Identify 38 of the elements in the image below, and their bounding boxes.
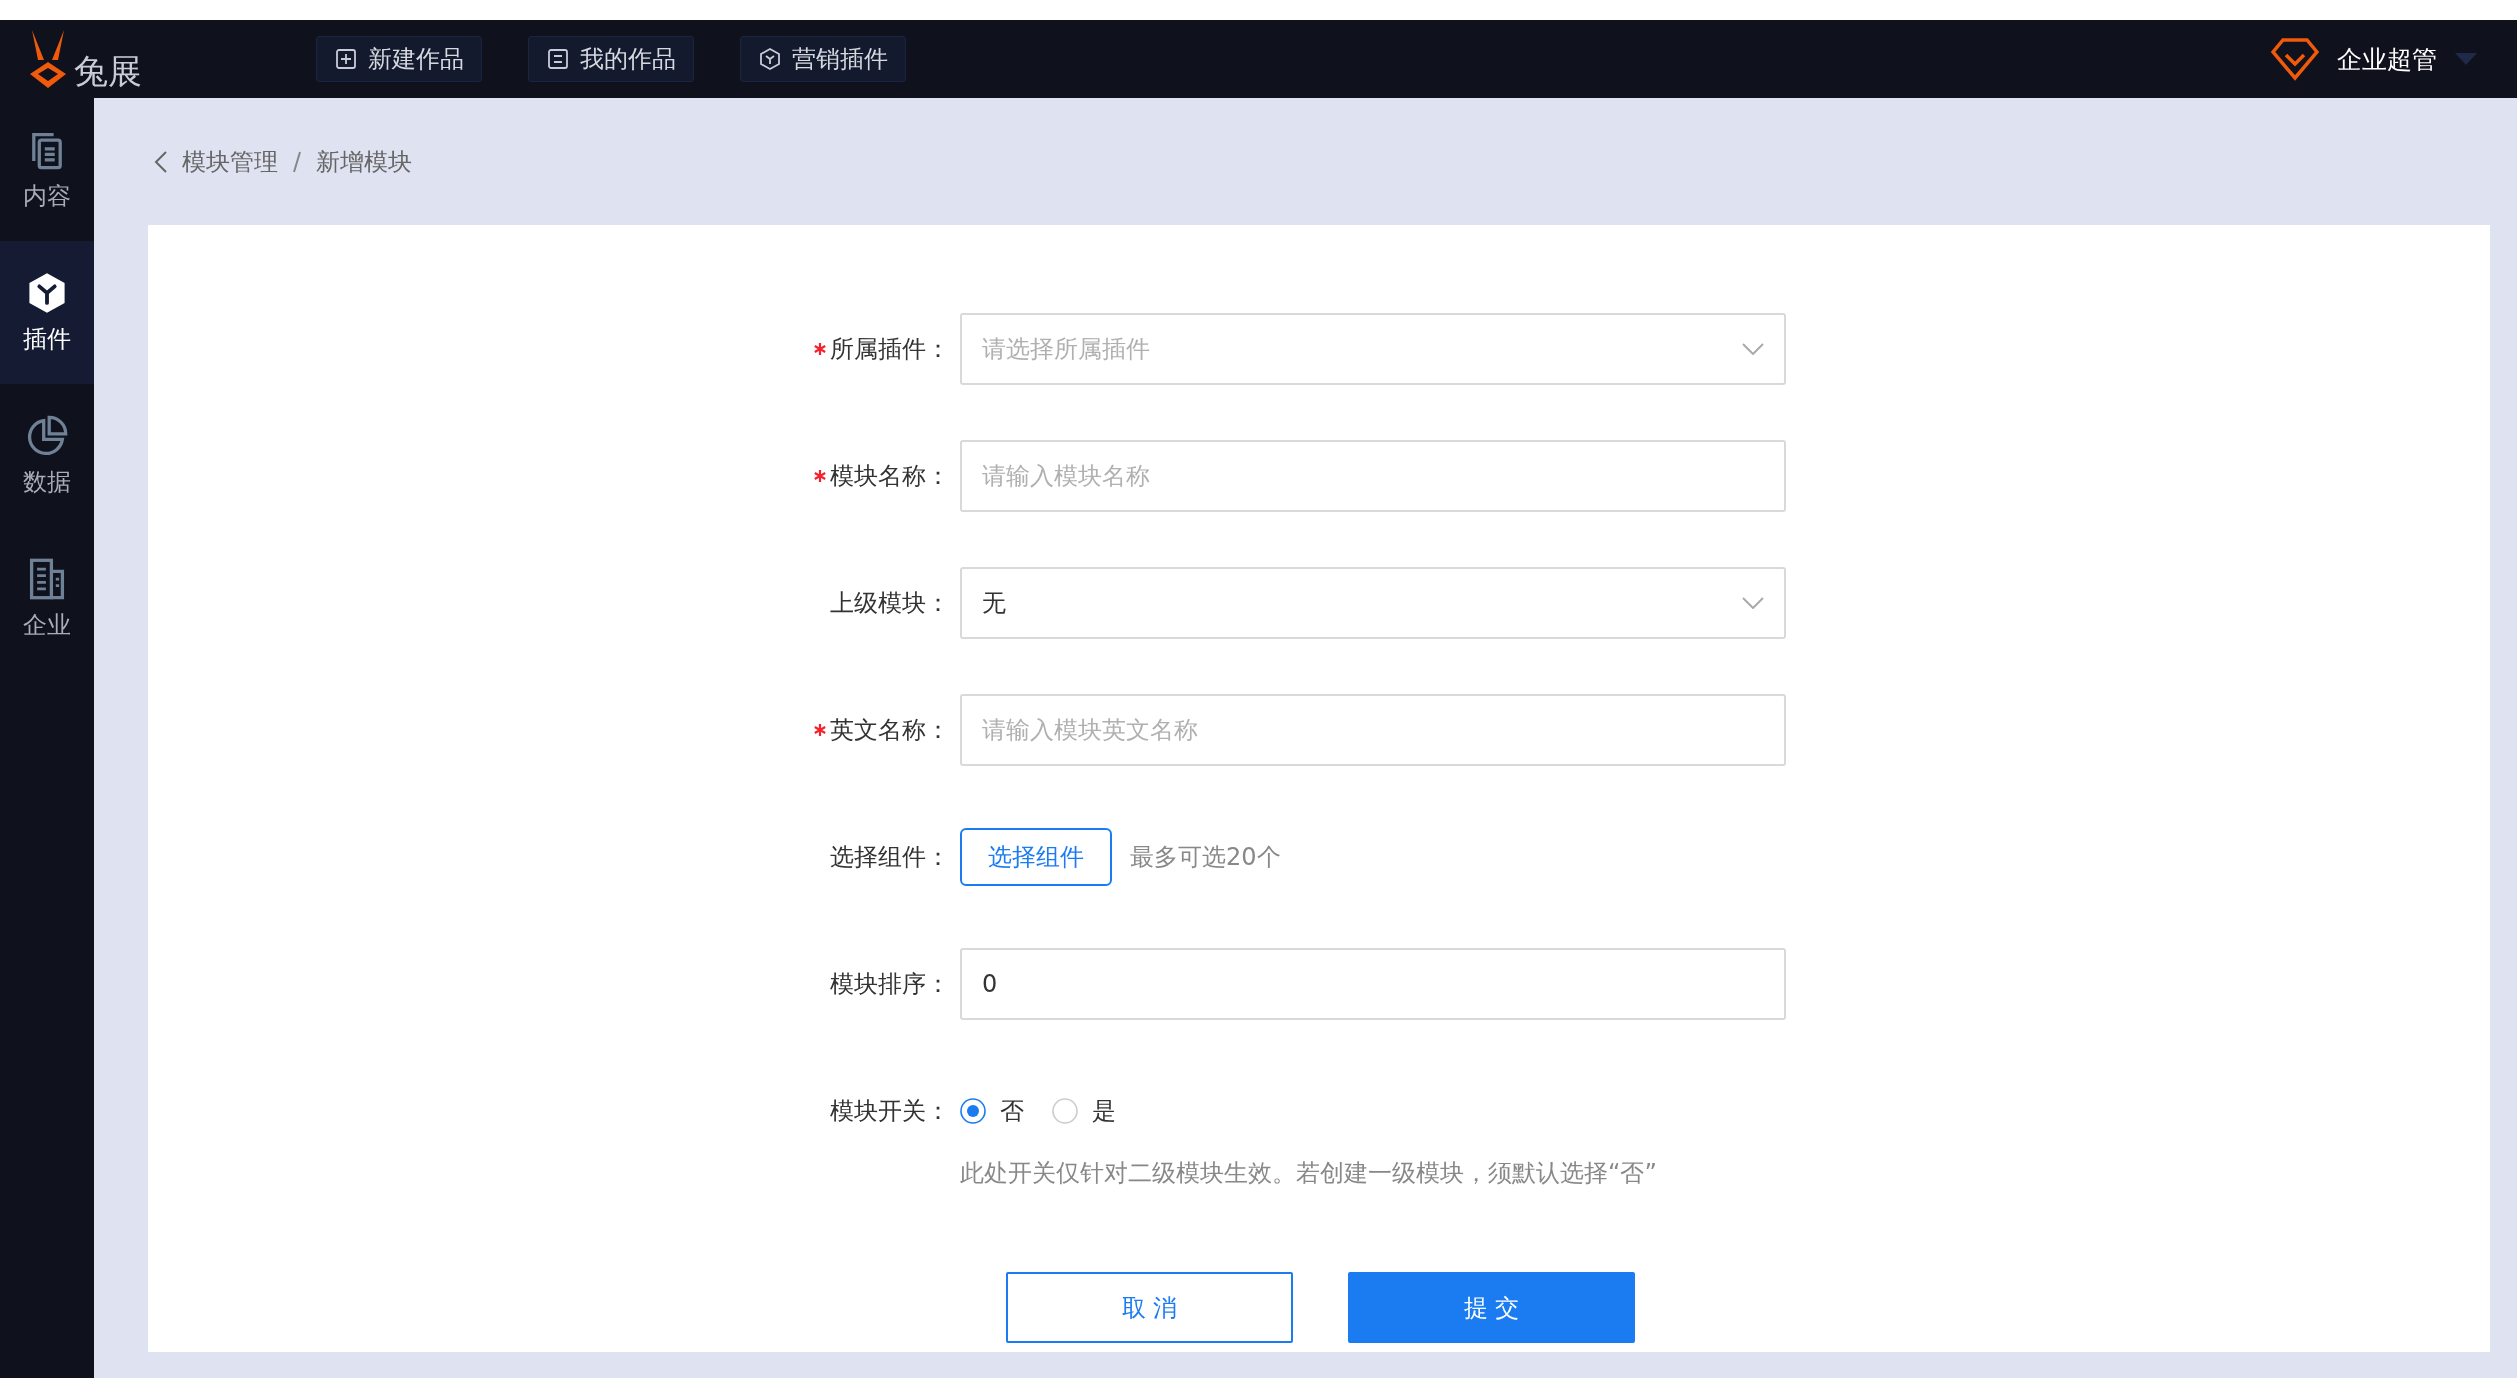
- submit-button[interactable]: 提 交: [1348, 1272, 1635, 1343]
- back-chevron-icon[interactable]: [154, 150, 168, 173]
- select-components-button[interactable]: 选择组件: [960, 828, 1112, 886]
- chevron-down-icon: [1742, 597, 1764, 609]
- breadcrumb-item[interactable]: 新增模块: [316, 145, 412, 178]
- input-field[interactable]: 请输入模块名称: [960, 440, 1786, 512]
- field-label: 选择组件：: [830, 842, 950, 873]
- radio-option[interactable]: 否: [960, 1095, 1024, 1127]
- hint-text: 此处开关仅针对二级模块生效。若创建一级模块，须默认选择“否”: [960, 1158, 1658, 1189]
- input-field[interactable]: 0: [960, 948, 1786, 1020]
- nav-button[interactable]: 我的作品: [528, 36, 694, 82]
- sidebar-item[interactable]: 数据: [0, 384, 94, 527]
- input-field[interactable]: 请输入模块英文名称: [960, 694, 1786, 766]
- logo-text: 兔展: [74, 54, 142, 88]
- select-field[interactable]: 无: [960, 567, 1786, 639]
- sidebar-item[interactable]: 企业: [0, 527, 94, 670]
- nav-button[interactable]: 新建作品: [316, 36, 482, 82]
- sidebar-item[interactable]: 插件: [0, 241, 94, 384]
- user-name[interactable]: 企业超管: [2337, 42, 2437, 76]
- cube-icon: [758, 47, 782, 71]
- hint-text: 最多可选20个: [1130, 842, 1281, 873]
- breadcrumb-separator-icon: [292, 149, 302, 174]
- field-label: 所属插件：: [830, 334, 950, 365]
- breadcrumb-item[interactable]: 模块管理: [182, 145, 278, 178]
- field-label: 模块排序：: [830, 969, 950, 1000]
- radio-option[interactable]: 是: [1052, 1095, 1116, 1127]
- field-label: 模块名称：: [830, 461, 950, 492]
- nav-button[interactable]: 营销插件: [740, 36, 906, 82]
- field-label: 模块开关：: [830, 1096, 950, 1127]
- list-icon: [546, 47, 570, 71]
- sidebar-item[interactable]: 内容: [0, 98, 94, 241]
- cancel-button[interactable]: 取 消: [1006, 1272, 1293, 1343]
- field-label: 英文名称：: [830, 715, 950, 746]
- field-label: 上级模块：: [830, 588, 950, 619]
- diamond-icon: [2271, 37, 2319, 81]
- pie-chart-icon: [25, 413, 69, 458]
- chevron-down-icon: [1742, 343, 1764, 355]
- plus-square-icon: [334, 47, 358, 71]
